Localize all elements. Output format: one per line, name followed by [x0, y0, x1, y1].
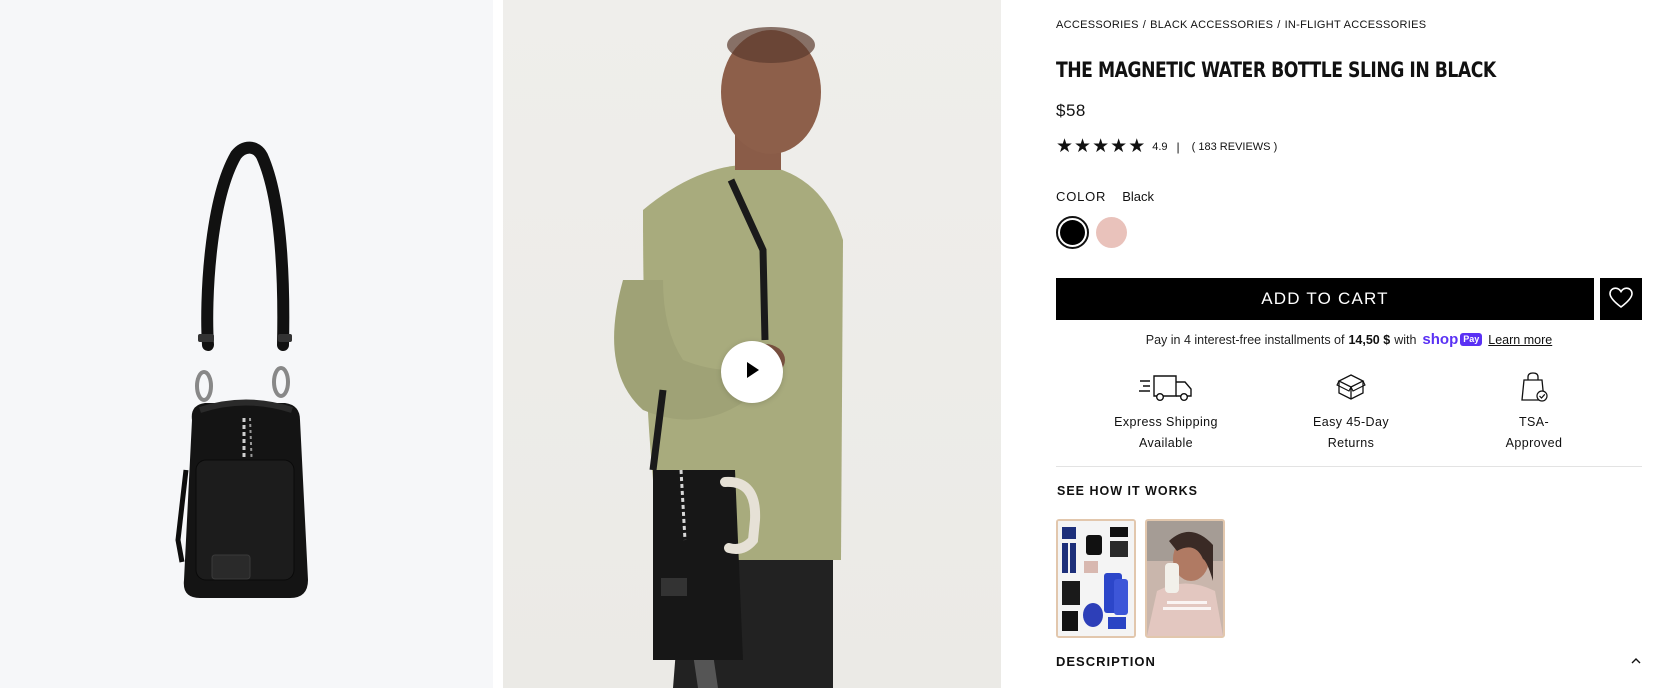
product-page: ACCESSORIES / BLACK ACCESSORIES / IN-FLIGHT … — [0, 0, 1680, 688]
shop-pay-logo: shop Pay — [1422, 331, 1483, 348]
box-icon — [1281, 370, 1421, 404]
product-video[interactable] — [503, 0, 1001, 688]
breadcrumb-item-black-accessories[interactable]: BLACK ACCESSORIES — [1150, 19, 1273, 31]
play-icon — [742, 360, 762, 385]
rating-value: 4.9 — [1152, 141, 1168, 153]
rating-summary[interactable]: ★ ★ ★ ★ ★ 4.9 | ( 183 REVIEWS ) — [1056, 137, 1277, 157]
star-icon: ★ — [1092, 136, 1110, 157]
color-row: COLOR Black — [1056, 189, 1154, 204]
installments-prefix: Pay in 4 interest-free installments of — [1145, 332, 1345, 347]
swatch-pink-dot — [1096, 217, 1127, 248]
color-selected-value: Black — [1122, 189, 1155, 204]
shop-pay-badge: Pay — [1460, 333, 1483, 346]
product-image-main[interactable] — [0, 0, 493, 688]
breadcrumb: ACCESSORIES / BLACK ACCESSORIES / IN-FLIGHT … — [1056, 19, 1426, 31]
heart-icon — [1609, 286, 1633, 312]
truck-icon — [1096, 370, 1236, 404]
installments-message: Pay in 4 interest-free installments of 1… — [1056, 331, 1642, 348]
rating-divider: | — [1176, 140, 1180, 154]
color-label: COLOR — [1056, 189, 1107, 204]
swatch-pink[interactable] — [1095, 216, 1128, 249]
installments-amount: 14,50 $ — [1348, 332, 1391, 347]
shop-pay-brand: shop — [1422, 331, 1459, 348]
breadcrumb-separator: / — [1277, 19, 1281, 31]
video-thumbnails — [1056, 519, 1225, 638]
star-icon: ★ — [1074, 136, 1092, 157]
demo-video-image — [1147, 521, 1223, 636]
video-thumbnail-outfits[interactable] — [1056, 519, 1136, 638]
feature-list: Express Shipping Available Easy 45-Day R… — [1056, 370, 1642, 455]
section-divider — [1056, 466, 1642, 467]
description-accordion[interactable]: DESCRIPTION — [1056, 652, 1642, 670]
breadcrumb-item-accessories[interactable]: ACCESSORIES — [1056, 19, 1139, 31]
installments-with: with — [1394, 332, 1417, 347]
video-thumbnail-demo[interactable] — [1145, 519, 1225, 638]
swatch-black-dot — [1060, 220, 1085, 245]
star-icon: ★ — [1110, 136, 1128, 157]
feature-line: Express Shipping — [1114, 415, 1218, 429]
product-info-panel: ACCESSORIES / BLACK ACCESSORIES / IN-FLIGHT … — [1056, 0, 1642, 688]
swatch-black[interactable] — [1056, 216, 1089, 249]
star-rating: ★ ★ ★ ★ ★ — [1056, 137, 1145, 157]
description-label: DESCRIPTION — [1056, 653, 1156, 669]
feature-line: Returns — [1327, 436, 1375, 450]
add-to-cart-button[interactable]: ADD TO CART — [1056, 278, 1594, 320]
outfit-collage-image — [1058, 521, 1134, 636]
product-title: THE MAGNETIC WATER BOTTLE SLING IN BLACK — [1056, 58, 1496, 82]
feature-easy-returns: Easy 45-Day Returns — [1281, 370, 1421, 454]
bag-product-illustration — [175, 141, 308, 598]
breadcrumb-item-in-flight-accessories[interactable]: IN-FLIGHT ACCESSORIES — [1285, 19, 1427, 31]
chevron-up-icon — [1630, 652, 1642, 670]
learn-more-link[interactable]: Learn more — [1488, 333, 1552, 347]
color-swatches — [1056, 216, 1128, 249]
bag-check-icon — [1464, 370, 1604, 404]
feature-line: Available — [1138, 436, 1194, 450]
play-button[interactable] — [721, 341, 783, 403]
product-price: $58 — [1056, 101, 1086, 120]
feature-tsa-approved: TSA- Approved — [1464, 370, 1604, 454]
breadcrumb-separator: / — [1142, 19, 1147, 31]
feature-express-shipping: Express Shipping Available — [1096, 370, 1236, 454]
feature-line: TSA- — [1518, 415, 1550, 429]
star-icon: ★ — [1056, 136, 1074, 157]
star-icon: ★ — [1128, 136, 1146, 157]
feature-line: Easy 45-Day — [1313, 415, 1389, 429]
wishlist-button[interactable] — [1600, 278, 1642, 320]
feature-line: Approved — [1505, 436, 1563, 450]
see-how-heading: SEE HOW IT WORKS — [1057, 484, 1198, 498]
reviews-link[interactable]: ( 183 REVIEWS ) — [1192, 141, 1278, 153]
